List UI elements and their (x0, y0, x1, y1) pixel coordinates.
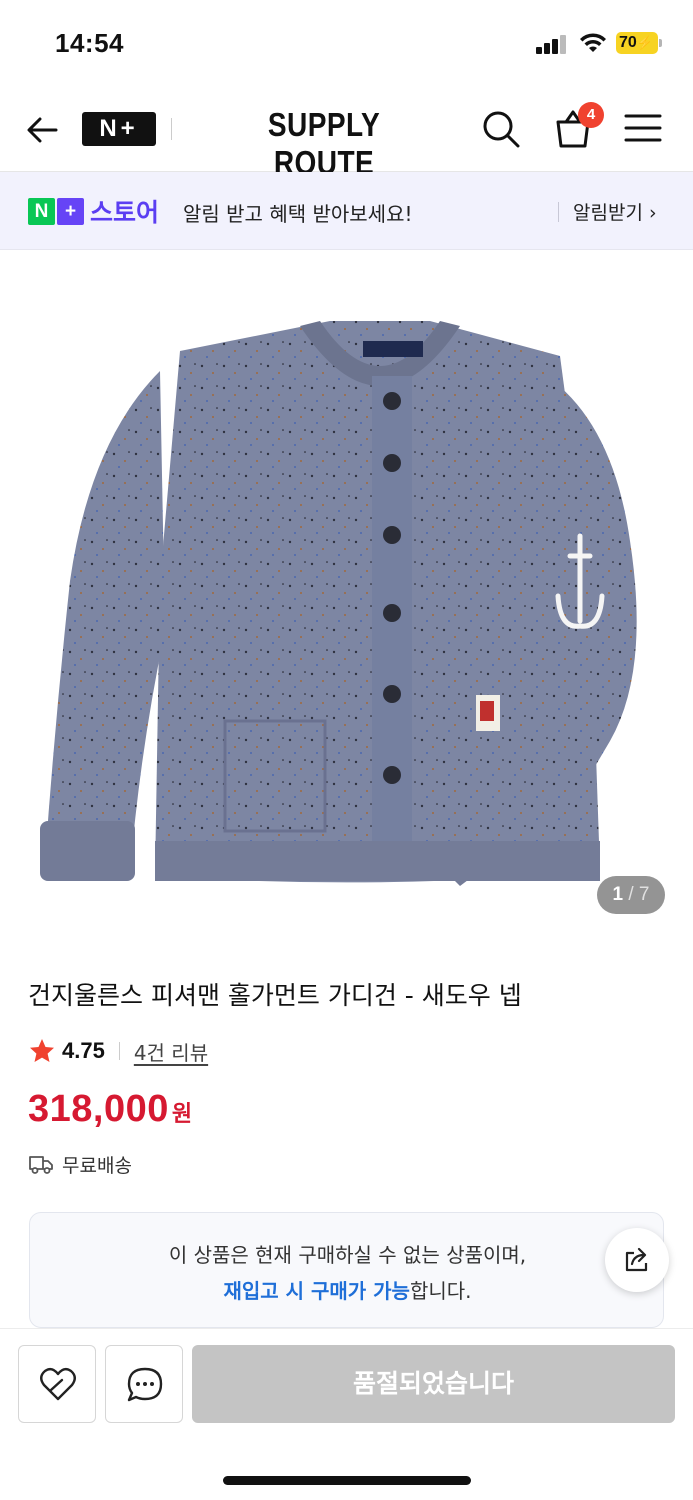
price-unit: 원 (171, 1102, 193, 1127)
notice-line-1: 이 상품은 현재 구매하실 수 없는 상품이며, (168, 1243, 527, 1267)
rating-value: 4.75 (62, 1038, 105, 1063)
back-arrow-icon[interactable] (22, 110, 62, 150)
rating-divider (118, 1042, 120, 1060)
subscribe-alert-link[interactable]: 알림받기 › (573, 198, 657, 225)
product-image-gallery[interactable]: 1 / 7 (0, 251, 693, 946)
unavailable-notice: 이 상품은 현재 구매하실 수 없는 상품이며, 재입고 시 구매가 가능합니다… (29, 1212, 664, 1328)
logo-store-text: 스토어 (90, 198, 160, 227)
cellular-signal-icon (536, 34, 568, 54)
product-title: 건지울른스 피셔맨 홀가먼트 가디건 - 새도우 넵 (28, 981, 522, 1010)
product-photo-cardigan (40, 321, 637, 886)
review-count-link[interactable]: 4건 리뷰 (134, 1037, 208, 1066)
notification-banner[interactable]: N + 스토어 알림 받고 혜택 받아보세요! 알림받기 › (0, 172, 693, 250)
soldout-button[interactable]: 품절되었습니다 (192, 1345, 675, 1423)
price-row: 318,000 원 (28, 1088, 192, 1131)
star-icon (30, 1039, 54, 1062)
shipping-row: 무료배송 (28, 1150, 132, 1178)
share-button[interactable] (605, 1228, 669, 1292)
status-time: 14:54 (55, 28, 124, 58)
battery-tip (659, 39, 662, 47)
wishlist-button[interactable] (18, 1345, 96, 1423)
heart-icon (40, 1367, 76, 1401)
logo-n: N (28, 197, 55, 225)
banner-divider (558, 202, 559, 222)
logo-divider (171, 118, 172, 140)
shipping-info: 무료배송 (62, 1154, 132, 1177)
truck-icon (29, 1156, 53, 1174)
cart-count-badge: 4 (578, 102, 604, 128)
wifi-icon (580, 33, 606, 52)
share-icon (625, 1247, 648, 1272)
home-indicator (223, 1476, 471, 1485)
bottom-action-bar: 품절되었습니다 (0, 1328, 693, 1500)
restock-text: 재입고 시 구매가 가능 (223, 1279, 410, 1303)
search-icon[interactable] (480, 108, 522, 150)
product-price: 318,000 (28, 1088, 169, 1130)
battery-indicator: 70⚡ (616, 32, 658, 54)
notice-line-2: 재입고 시 구매가 가능합니다. (30, 1275, 665, 1304)
talk-talk-button[interactable] (105, 1345, 183, 1423)
logo-plus: + (57, 197, 84, 225)
image-counter: 1 / 7 (597, 876, 665, 914)
hamburger-menu-icon[interactable] (624, 112, 662, 144)
naver-plus-logo[interactable]: N+ (82, 112, 156, 146)
app-header: N+ SUPPLY ROUTE 4 (0, 88, 693, 181)
chevron-right-icon: › (648, 202, 657, 224)
rating-row: 4.75 4건 리뷰 (28, 1035, 208, 1067)
store-brand-title[interactable]: SUPPLY ROUTE (227, 106, 421, 182)
notice-suffix: 합니다. (409, 1279, 472, 1303)
banner-message: 알림 받고 혜택 받아보세요! (183, 202, 413, 226)
status-bar: 14:54 70⚡ (0, 0, 693, 88)
naver-plus-store-logo: N + 스토어 (28, 196, 160, 227)
chat-bubble-icon (127, 1367, 163, 1402)
